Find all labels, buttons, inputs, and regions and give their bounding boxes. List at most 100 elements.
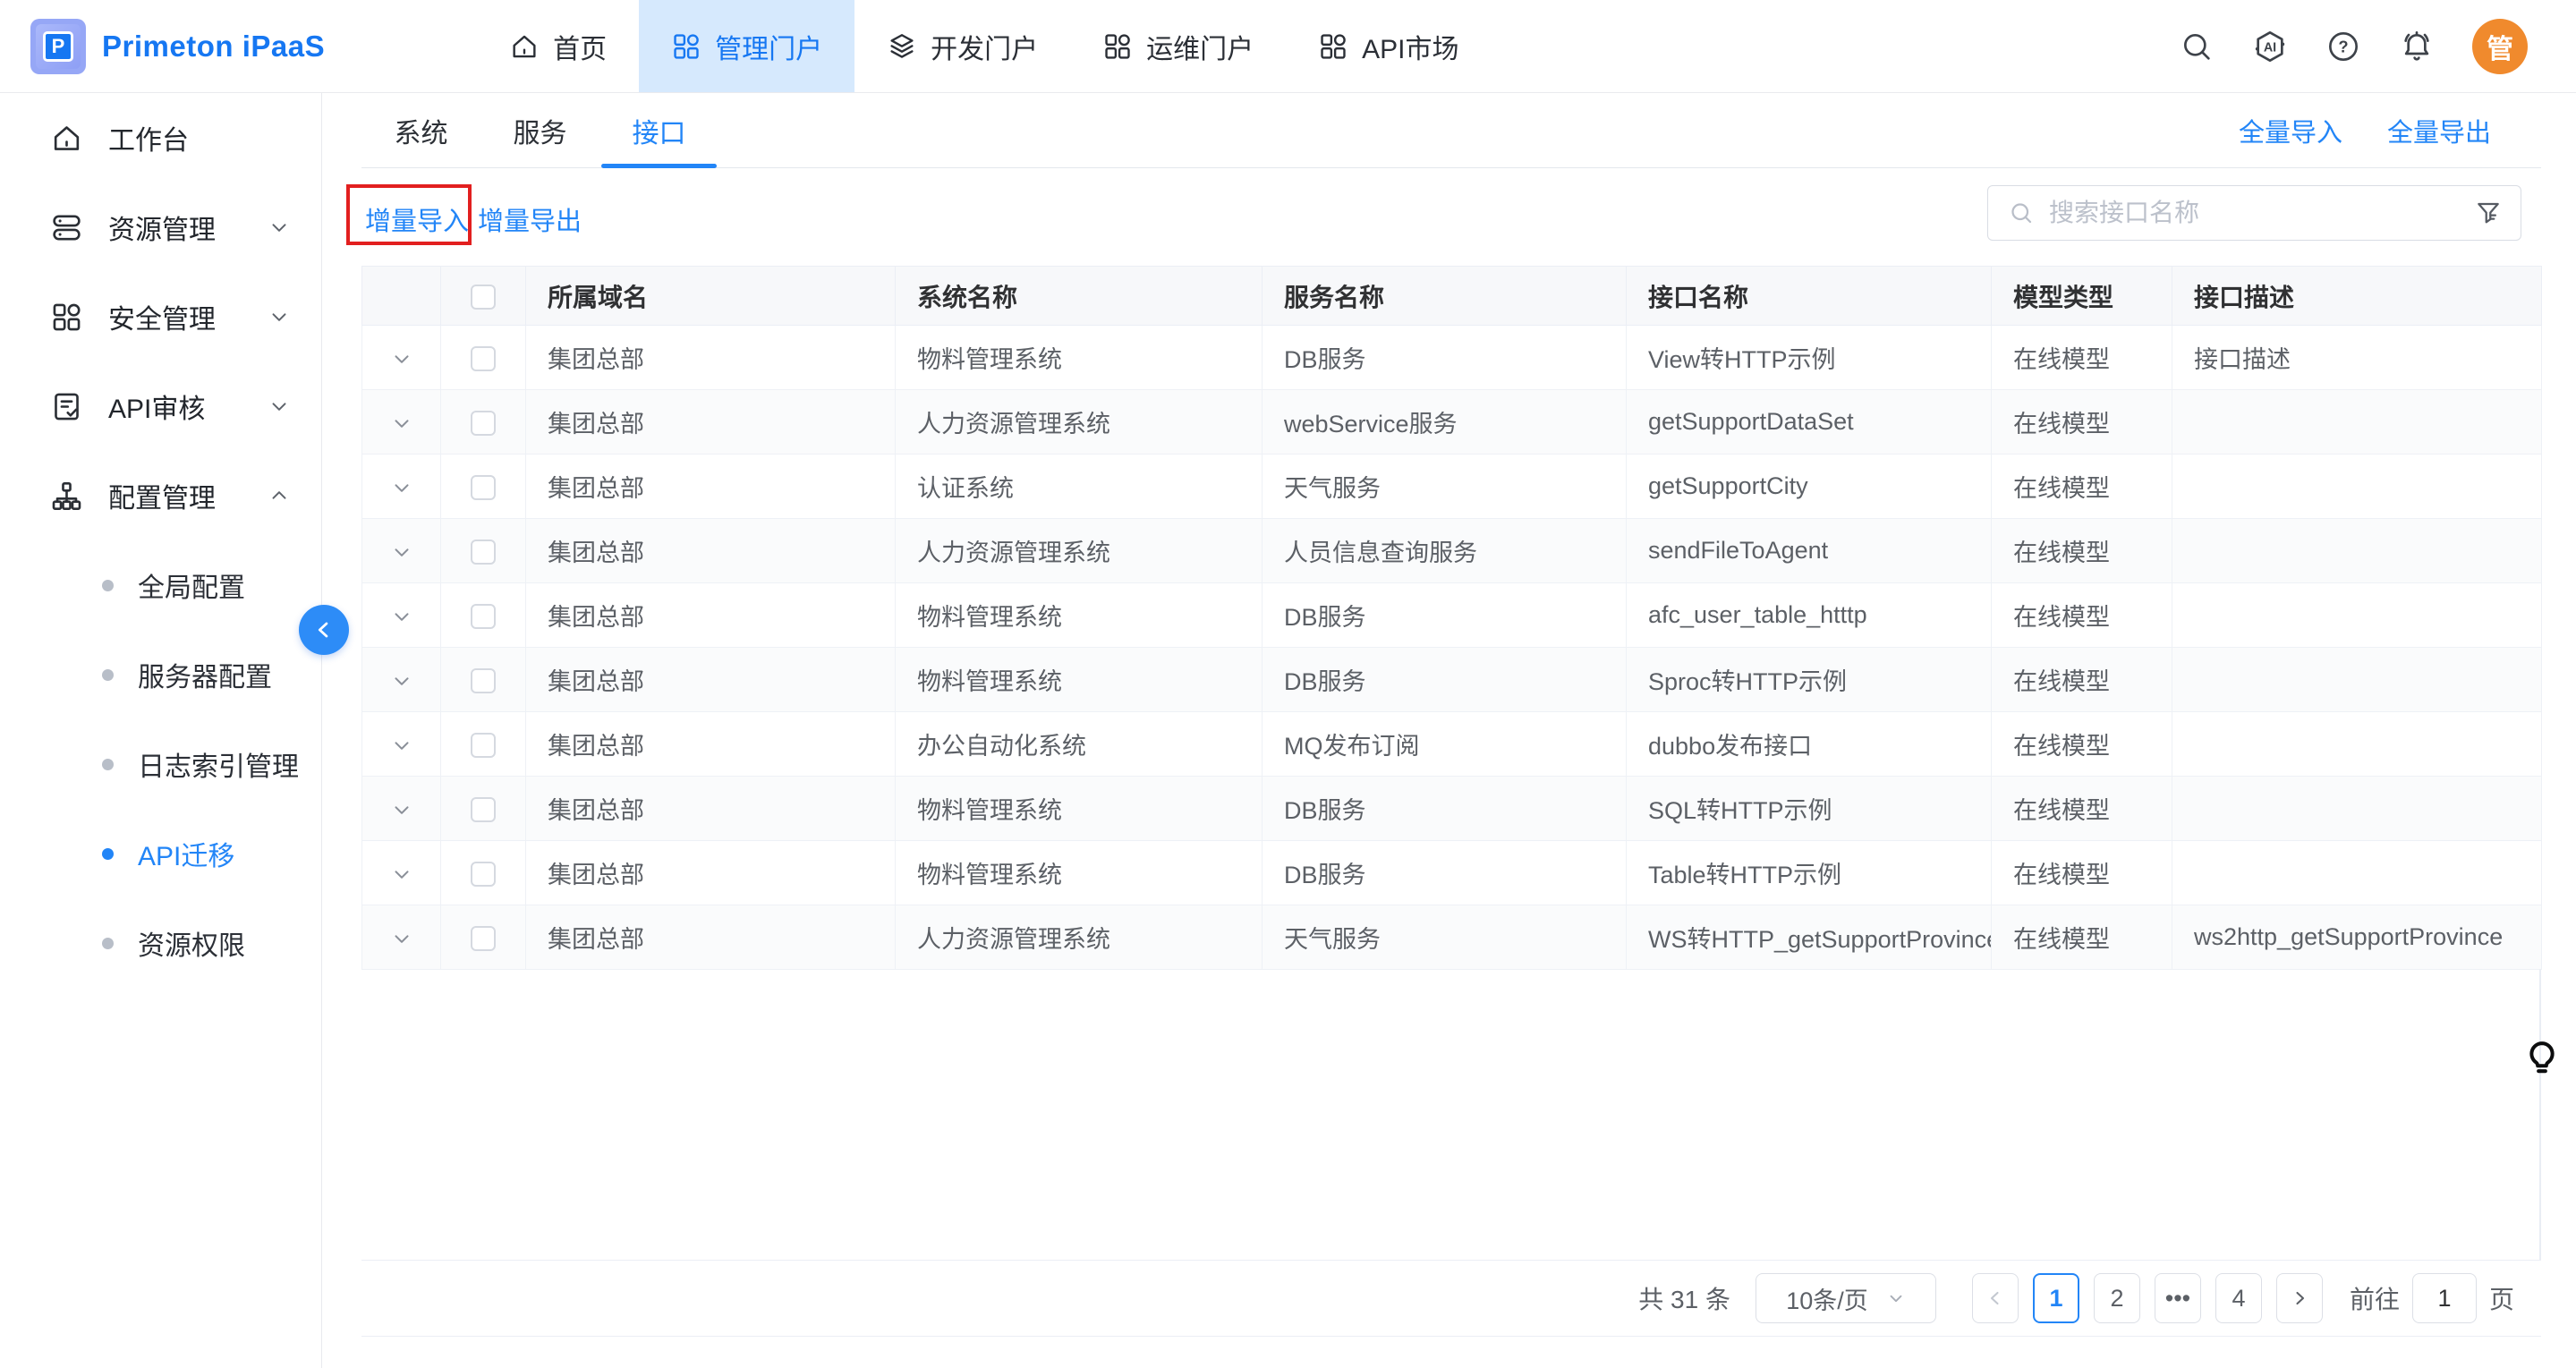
cell-model-type: 在线模型 [1992, 455, 2172, 519]
cell-domain: 集团总部 [526, 712, 896, 777]
row-expand-chevron-icon[interactable] [390, 734, 413, 757]
pagination-bar: 共 31 条 10条/页 1 2 ••• 4 前往 页 [361, 1260, 2541, 1337]
sidebar-item-security-mgmt[interactable]: 安全管理 [0, 272, 321, 361]
page-size-value: 10条/页 [1786, 1281, 1868, 1316]
row-expand-chevron-icon[interactable] [390, 412, 413, 435]
tab-interface[interactable]: 接口 [599, 93, 718, 167]
cell-domain: 集团总部 [526, 390, 896, 455]
nav-item-label: 运维门户 [1146, 27, 1254, 66]
row-expand-chevron-icon[interactable] [390, 605, 413, 628]
filter-funnel-icon[interactable] [2474, 199, 2503, 227]
row-checkbox[interactable] [471, 411, 496, 436]
row-expand-chevron-icon[interactable] [390, 347, 413, 370]
nav-item-admin-portal[interactable]: 管理门户 [639, 0, 854, 92]
lightbulb-tip-icon[interactable] [2521, 1038, 2563, 1079]
row-checkbox[interactable] [471, 475, 496, 500]
row-expand-chevron-icon[interactable] [390, 862, 413, 886]
sidebar-item-workbench[interactable]: 工作台 [0, 93, 321, 183]
table-row: 集团总部 人力资源管理系统 人员信息查询服务 sendFileToAgent 在… [362, 519, 2542, 583]
row-expand-cell [362, 712, 441, 777]
cell-domain: 集团总部 [526, 583, 896, 648]
next-page-button[interactable] [2276, 1273, 2323, 1323]
nav-item-ops-portal[interactable]: 运维门户 [1070, 0, 1286, 92]
svg-text:?: ? [2338, 37, 2348, 55]
header-actions: AI ? 管 [2179, 19, 2576, 74]
sidebar-subitem-resource-permission[interactable]: 资源权限 [0, 898, 321, 988]
row-expand-cell [362, 905, 441, 970]
tab-system[interactable]: 系统 [361, 93, 480, 167]
nav-item-home[interactable]: 首页 [477, 0, 639, 92]
sidebar-item-config-mgmt[interactable]: 配置管理 [0, 451, 321, 540]
cell-service: MQ发布订阅 [1262, 712, 1627, 777]
sidebar-subitem-label: 服务器配置 [138, 655, 272, 694]
sidebar-item-label: API审核 [108, 387, 205, 426]
cell-model-type: 在线模型 [1992, 841, 2172, 905]
row-expand-chevron-icon[interactable] [390, 927, 413, 950]
row-expand-chevron-icon[interactable] [390, 798, 413, 821]
tab-bar: 系统 服务 接口 全量导入 全量导出 [361, 93, 2541, 168]
top-nav: 首页 管理门户 开发门户 运维门户 API市场 [477, 0, 1491, 92]
notifications-bell-icon[interactable] [2399, 29, 2435, 64]
brand[interactable]: P Primeton iPaaS [0, 19, 325, 74]
row-checkbox[interactable] [471, 604, 496, 629]
row-checkbox[interactable] [471, 668, 496, 693]
page-size-select[interactable]: 10条/页 [1756, 1273, 1936, 1323]
nav-item-dev-portal[interactable]: 开发门户 [854, 0, 1070, 92]
table-row: 集团总部 办公自动化系统 MQ发布订阅 dubbo发布接口 在线模型 [362, 712, 2542, 777]
table-right-border-line [2539, 969, 2541, 1261]
export-all-link[interactable]: 全量导出 [2387, 112, 2491, 149]
sidebar-subitem-log-index-mgmt[interactable]: 日志索引管理 [0, 719, 321, 809]
goto-page-input[interactable] [2412, 1273, 2477, 1323]
sidebar-subitem-server-config[interactable]: 服务器配置 [0, 630, 321, 719]
row-expand-chevron-icon[interactable] [390, 540, 413, 564]
nav-item-api-market[interactable]: API市场 [1286, 0, 1491, 92]
import-all-link[interactable]: 全量导入 [2239, 112, 2342, 149]
brand-title: Primeton iPaaS [102, 30, 325, 64]
sidebar-item-resource-mgmt[interactable]: 资源管理 [0, 183, 321, 272]
chevron-down-icon [268, 395, 291, 418]
help-icon[interactable]: ? [2325, 29, 2361, 64]
search-box [1987, 185, 2521, 241]
search-input[interactable] [2049, 199, 2474, 227]
user-avatar[interactable]: 管 [2472, 19, 2528, 74]
search-icon[interactable] [2179, 29, 2215, 64]
cell-domain: 集团总部 [526, 326, 896, 390]
row-checkbox[interactable] [471, 733, 496, 758]
row-select-cell [441, 390, 526, 455]
sidebar-subitem-label: 全局配置 [138, 565, 245, 605]
sidebar-subitem-global-config[interactable]: 全局配置 [0, 540, 321, 630]
tab-service[interactable]: 服务 [480, 93, 599, 167]
page-button-1[interactable]: 1 [2033, 1273, 2079, 1323]
row-checkbox[interactable] [471, 540, 496, 565]
row-checkbox[interactable] [471, 797, 496, 822]
row-expand-chevron-icon[interactable] [390, 476, 413, 499]
cell-domain: 集团总部 [526, 777, 896, 841]
prev-page-button[interactable] [1972, 1273, 2019, 1323]
row-expand-chevron-icon[interactable] [390, 669, 413, 692]
page-button-2[interactable]: 2 [2094, 1273, 2140, 1323]
sidebar-item-label: 安全管理 [108, 297, 216, 336]
cell-api-name: Sproc转HTTP示例 [1627, 648, 1992, 712]
row-checkbox[interactable] [471, 926, 496, 951]
select-all-checkbox[interactable] [471, 285, 496, 310]
row-checkbox[interactable] [471, 862, 496, 887]
cell-service: webService服务 [1262, 390, 1627, 455]
sidebar-subitem-api-migration[interactable]: API迁移 [0, 809, 321, 898]
cell-api-name: SQL转HTTP示例 [1627, 777, 1992, 841]
cell-domain: 集团总部 [526, 841, 896, 905]
select-all-column-header [441, 267, 526, 326]
cell-api-name: sendFileToAgent [1627, 519, 1992, 583]
incremental-export-link[interactable]: 增量导出 [478, 200, 582, 238]
row-select-cell [441, 905, 526, 970]
sidebar-subitem-label: API迁移 [138, 834, 234, 873]
cell-model-type: 在线模型 [1992, 905, 2172, 970]
chevron-up-icon [268, 484, 291, 507]
page-ellipsis-button[interactable]: ••• [2155, 1273, 2201, 1323]
sidebar-item-api-audit[interactable]: API审核 [0, 361, 321, 451]
sidebar-collapse-button[interactable] [299, 605, 349, 655]
page-button-4[interactable]: 4 [2215, 1273, 2262, 1323]
sidebar-subitem-label: 资源权限 [138, 923, 245, 963]
ai-assistant-icon[interactable]: AI [2252, 29, 2288, 64]
incremental-import-link[interactable]: 增量导入 [365, 200, 469, 238]
row-checkbox[interactable] [471, 346, 496, 371]
